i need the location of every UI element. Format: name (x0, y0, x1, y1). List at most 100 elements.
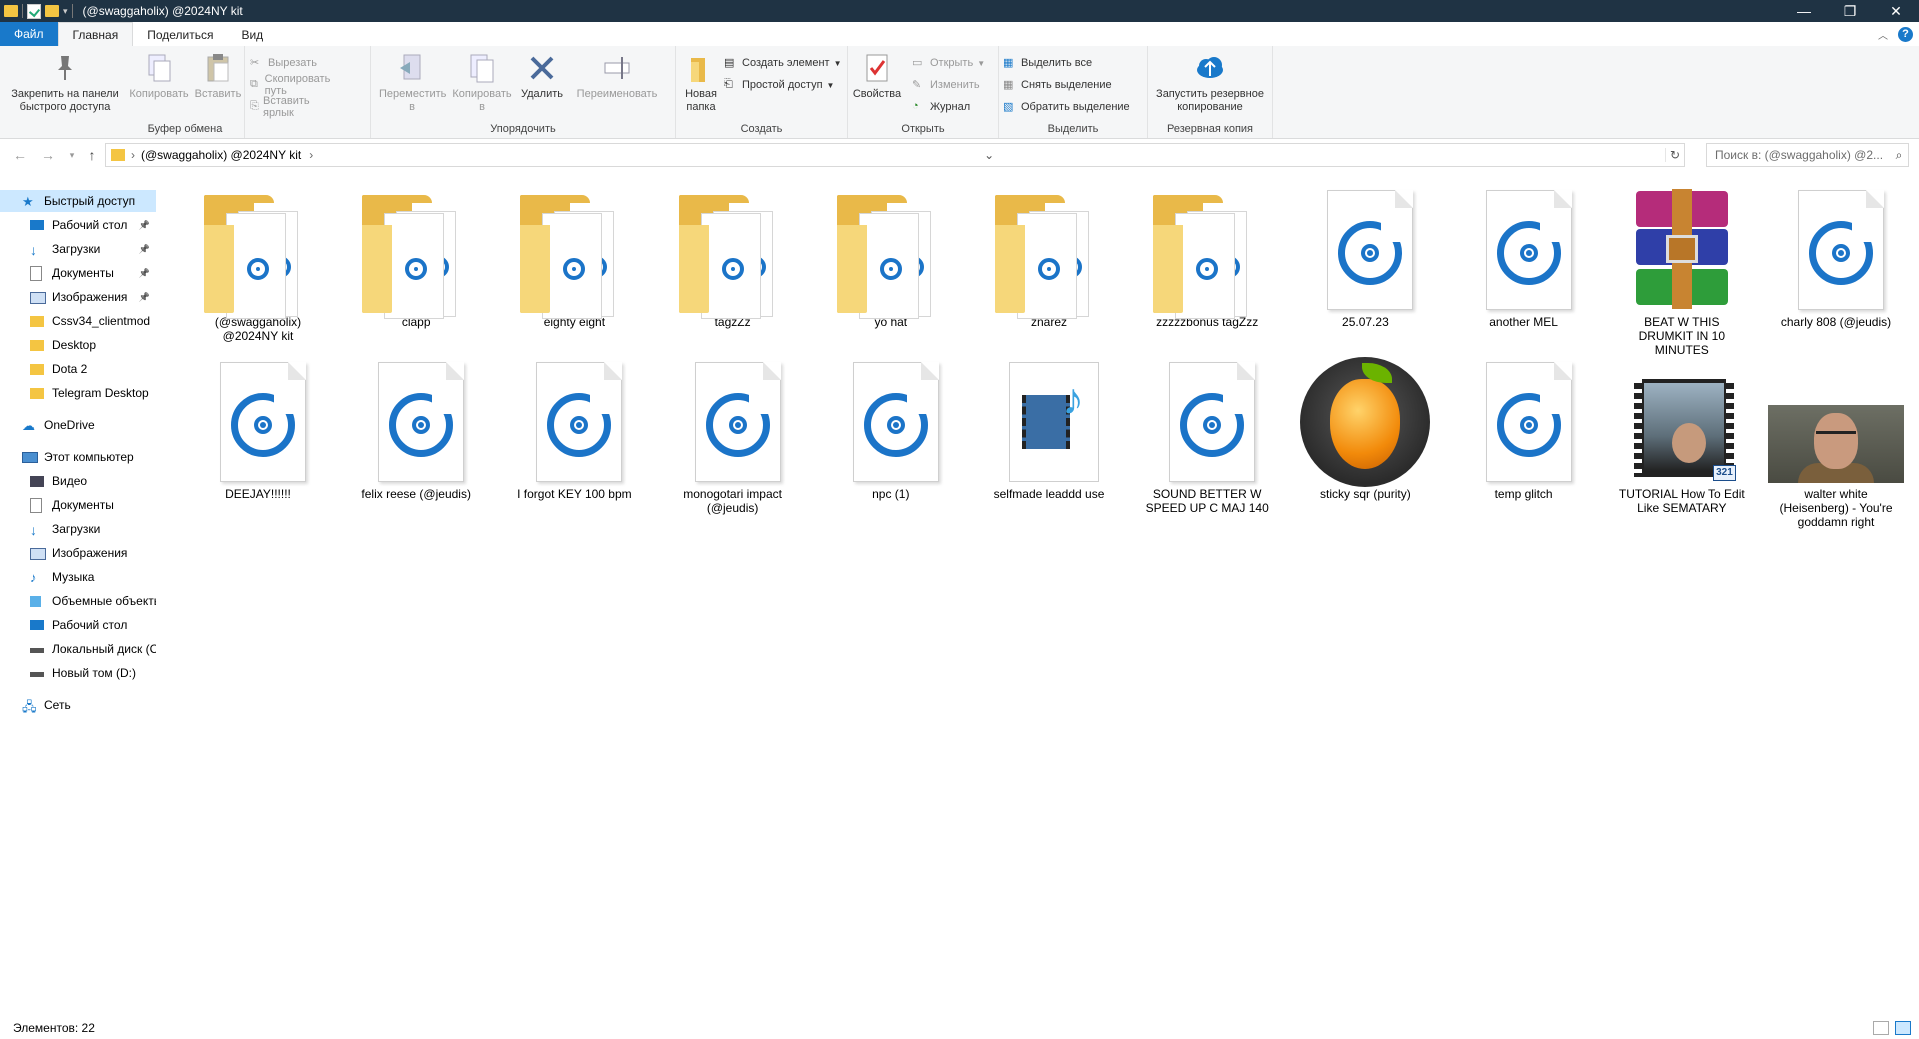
sidebar-item-network[interactable]: 🖧 Сеть (0, 694, 156, 716)
tab-home[interactable]: Главная (57, 22, 134, 47)
sidebar-item-this-pc[interactable]: Этот компьютер (0, 446, 156, 468)
audio-file-icon (665, 357, 801, 487)
folder-item[interactable]: eighty eight (506, 185, 642, 329)
sidebar-item-label: Сеть (44, 698, 71, 712)
sidebar-item-quick-3[interactable]: Изображения 📌 (0, 286, 156, 308)
sidebar-item-quick-6[interactable]: Dota 2 (0, 358, 156, 380)
folder-icon (30, 386, 46, 400)
file-item[interactable]: ♪ selfmade leaddd use (981, 357, 1117, 501)
copy-to-button[interactable]: Копировать в (449, 52, 515, 114)
address-bar[interactable]: › (@swaggaholix) @2024NY kit › ⌄ ↻ (105, 143, 1685, 167)
sidebar-item-pc-4[interactable]: ♪ Музыка (0, 566, 156, 588)
folder-item[interactable]: clapp (348, 185, 484, 329)
tab-share[interactable]: Поделиться (133, 24, 227, 46)
folder-item[interactable]: tagzZz (665, 185, 801, 329)
file-item[interactable]: felix reese (@jeudis) (348, 357, 484, 501)
file-item[interactable]: npc (1) (823, 357, 959, 501)
file-item[interactable]: SOUND BETTER W SPEED UP C MAJ 140 (1139, 357, 1275, 515)
sidebar-item-label: Рабочий стол (52, 218, 128, 232)
invert-selection-button[interactable]: ▧ Обратить выделение (1003, 98, 1130, 116)
sidebar-item-pc-0[interactable]: Видео (0, 470, 156, 492)
chevron-down-icon[interactable]: ▾ (63, 6, 68, 17)
sidebar-item-quick-0[interactable]: Рабочий стол 📌 (0, 214, 156, 236)
breadcrumb-chevron-icon[interactable]: › (131, 148, 135, 162)
back-arrow-icon[interactable]: ← (10, 145, 30, 165)
file-item[interactable]: 321 TUTORIAL How To Edit Like SEMATARY (1614, 357, 1750, 515)
file-item[interactable]: 25.07.23 (1297, 185, 1433, 329)
collapse-ribbon-icon[interactable]: ︿ (1878, 27, 1888, 42)
pin-icon[interactable]: 📌 (139, 292, 150, 303)
breadcrumb[interactable]: (@swaggaholix) @2024NY kit (141, 148, 301, 162)
tab-view[interactable]: Вид (227, 24, 277, 46)
new-folder-quick-icon[interactable] (45, 5, 59, 17)
file-item[interactable]: sticky sqr (purity) (1297, 357, 1433, 501)
group-organize: Переместить в Копировать в Удалить Переи… (371, 46, 676, 138)
file-item[interactable]: I forgot KEY 100 bpm (506, 357, 642, 501)
recent-locations-chevron-icon[interactable]: ▾ (62, 145, 82, 165)
help-icon[interactable]: ? (1898, 26, 1913, 42)
details-view-icon[interactable] (1873, 1021, 1889, 1035)
sidebar-item-quick-access[interactable]: ★ Быстрый доступ (0, 190, 156, 212)
video-thumbnail-icon: 321 (1614, 357, 1750, 487)
sidebar-item-pc-6[interactable]: Рабочий стол (0, 614, 156, 636)
sidebar-item-quick-4[interactable]: Cssv34_clientmod (0, 310, 156, 332)
folder-item[interactable]: (@swaggaholix) @2024NY kit (190, 185, 326, 343)
delete-button[interactable]: Удалить (519, 52, 565, 101)
new-folder-button[interactable]: Новая папка (678, 52, 724, 114)
folder-item[interactable]: zzzzzbonus tagZzz (1139, 185, 1275, 329)
edit-button[interactable]: ✎ Изменить (912, 76, 980, 94)
sidebar-item-pc-2[interactable]: ↓ Загрузки (0, 518, 156, 540)
sidebar-item-quick-5[interactable]: Desktop (0, 334, 156, 356)
ribbon-tabs: Файл Главная Поделиться Вид ︿ ? (0, 22, 1919, 47)
address-dropdown-icon[interactable]: ⌄ (980, 148, 998, 162)
sidebar-item-quick-2[interactable]: Документы 📌 (0, 262, 156, 284)
search-input[interactable]: Поиск в: (@swaggaholix) @2... ⌕ (1706, 143, 1909, 167)
close-button[interactable]: ✕ (1873, 0, 1919, 22)
properties-icon (861, 52, 893, 84)
large-icons-view-icon[interactable] (1895, 1021, 1911, 1035)
properties-quick-icon[interactable] (27, 3, 41, 19)
sidebar-item-onedrive[interactable]: ☁ OneDrive (0, 414, 156, 436)
select-all-button[interactable]: ▦ Выделить все (1003, 54, 1092, 72)
file-item[interactable]: DEEJAY!!!!!! (190, 357, 326, 501)
open-button[interactable]: ▭ Открыть ▼ (912, 54, 985, 72)
file-item[interactable]: BEAT W THIS DRUMKIT IN 10 MINUTES (1614, 185, 1750, 357)
folder-item[interactable]: yo hat (823, 185, 959, 329)
forward-arrow-icon[interactable]: → (38, 145, 58, 165)
sidebar-item-label: Музыка (52, 570, 95, 584)
up-arrow-icon[interactable]: ↑ (82, 145, 102, 165)
pin-icon[interactable]: 📌 (139, 268, 150, 279)
start-backup-button[interactable]: Запустить резервное копирование (1148, 52, 1272, 114)
file-item[interactable]: walter white (Heisenberg) - You're godda… (1768, 357, 1904, 529)
maximize-button[interactable]: ❐ (1827, 0, 1873, 22)
sidebar-item-pc-7[interactable]: Локальный диск (C:) (0, 638, 156, 660)
folder-item[interactable]: znarez (981, 185, 1117, 329)
file-item[interactable]: charly 808 (@jeudis) (1768, 185, 1904, 329)
audio-file-icon (823, 357, 959, 487)
refresh-icon[interactable]: ↻ (1665, 148, 1684, 162)
pin-icon[interactable]: 📌 (139, 244, 150, 255)
file-item[interactable]: temp glitch (1456, 357, 1592, 501)
sidebar-item-quick-1[interactable]: ↓ Загрузки 📌 (0, 238, 156, 260)
new-item-button[interactable]: ▤ Создать элемент ▼ (724, 54, 841, 72)
sidebar-item-pc-5[interactable]: Объемные объекты (0, 590, 156, 612)
easy-access-button[interactable]: ⎗ Простой доступ ▼ (724, 76, 834, 94)
properties-button[interactable]: Свойства (852, 52, 902, 101)
minimize-button[interactable]: — (1781, 0, 1827, 22)
sidebar-item-pc-8[interactable]: Новый том (D:) (0, 662, 156, 684)
breadcrumb-chevron-icon[interactable]: › (309, 148, 313, 162)
sidebar-item-pc-1[interactable]: Документы (0, 494, 156, 516)
search-icon: ⌕ (1895, 147, 1903, 162)
pin-icon[interactable]: 📌 (139, 220, 150, 231)
file-item[interactable]: monogotari impact (@jeudis) (665, 357, 801, 515)
file-item[interactable]: another MEL (1456, 185, 1592, 329)
move-to-button[interactable]: Переместить в (379, 52, 446, 114)
rename-button[interactable]: Переименовать (569, 52, 665, 101)
tab-file[interactable]: Файл (0, 22, 58, 46)
select-none-button[interactable]: ▦ Снять выделение (1003, 76, 1112, 94)
history-button[interactable]: ◔ Журнал (912, 98, 970, 116)
sidebar-item-quick-7[interactable]: Telegram Desktop (0, 382, 156, 404)
file-name: 25.07.23 (1342, 315, 1389, 329)
sidebar-item-pc-3[interactable]: Изображения (0, 542, 156, 564)
folder-icon (665, 185, 801, 319)
